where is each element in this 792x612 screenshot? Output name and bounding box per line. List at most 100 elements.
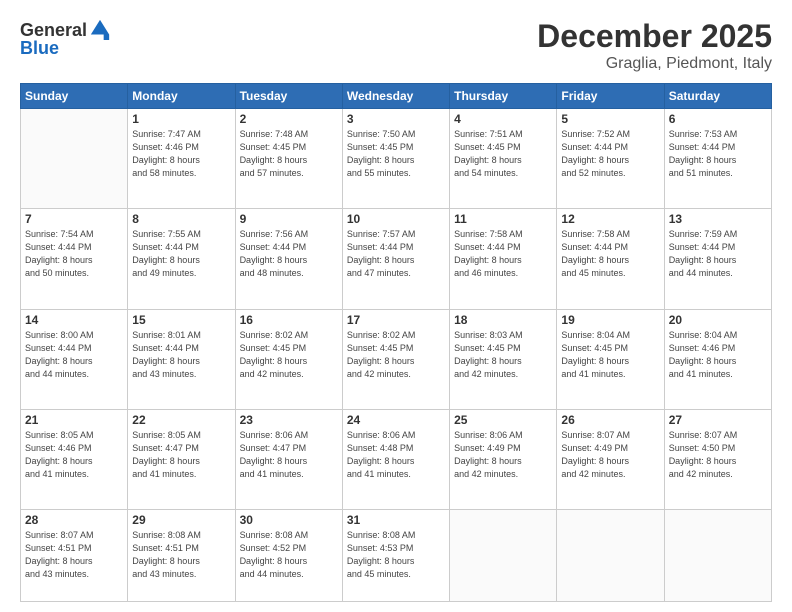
calendar-cell: 3 Sunrise: 7:50 AM Sunset: 4:45 PM Daylig… bbox=[342, 109, 449, 209]
weekday-header-saturday: Saturday bbox=[664, 84, 771, 109]
location-title: Graglia, Piedmont, Italy bbox=[537, 55, 772, 73]
day-info: Sunrise: 8:04 AM Sunset: 4:46 PM Dayligh… bbox=[669, 329, 767, 381]
calendar-cell: 9 Sunrise: 7:56 AM Sunset: 4:44 PM Daylig… bbox=[235, 209, 342, 309]
calendar-week-row: 28 Sunrise: 8:07 AM Sunset: 4:51 PM Dayli… bbox=[21, 510, 772, 602]
day-number: 22 bbox=[132, 413, 230, 427]
calendar-cell: 4Sunrise: 7:51 AM Sunset: 4:45 PM Daylig… bbox=[450, 109, 557, 209]
day-info: Sunrise: 8:05 AM Sunset: 4:46 PM Dayligh… bbox=[25, 429, 123, 481]
day-info: Sunrise: 7:55 AM Sunset: 4:44 PM Dayligh… bbox=[132, 228, 230, 280]
calendar-cell: 1 Sunrise: 7:47 AM Sunset: 4:46 PM Daylig… bbox=[128, 109, 235, 209]
page: General Blue December 2025 Graglia, Pied… bbox=[0, 0, 792, 612]
calendar-cell: 10 Sunrise: 7:57 AM Sunset: 4:44 PM Dayli… bbox=[342, 209, 449, 309]
day-info: Sunrise: 7:59 AM Sunset: 4:44 PM Dayligh… bbox=[669, 228, 767, 280]
day-info: Sunrise: 7:56 AM Sunset: 4:44 PM Dayligh… bbox=[240, 228, 338, 280]
day-number: 9 bbox=[240, 212, 338, 226]
day-info: Sunrise: 8:04 AM Sunset: 4:45 PM Dayligh… bbox=[561, 329, 659, 381]
day-number: 31 bbox=[347, 513, 445, 527]
calendar-cell: 2Sunrise: 7:48 AM Sunset: 4:45 PM Daylig… bbox=[235, 109, 342, 209]
calendar-cell: 29Sunrise: 8:08 AM Sunset: 4:51 PM Dayli… bbox=[128, 510, 235, 602]
calendar-cell: 23Sunrise: 8:06 AM Sunset: 4:47 PM Dayli… bbox=[235, 409, 342, 509]
calendar-cell bbox=[664, 510, 771, 602]
calendar-cell: 5 Sunrise: 7:52 AM Sunset: 4:44 PM Daylig… bbox=[557, 109, 664, 209]
calendar-cell: 26 Sunrise: 8:07 AM Sunset: 4:49 PM Dayli… bbox=[557, 409, 664, 509]
day-info: Sunrise: 8:06 AM Sunset: 4:48 PM Dayligh… bbox=[347, 429, 445, 481]
day-info: Sunrise: 8:08 AM Sunset: 4:52 PM Dayligh… bbox=[240, 529, 338, 581]
day-number: 14 bbox=[25, 313, 123, 327]
calendar-week-row: 21 Sunrise: 8:05 AM Sunset: 4:46 PM Dayli… bbox=[21, 409, 772, 509]
day-number: 30 bbox=[240, 513, 338, 527]
calendar-cell: 24 Sunrise: 8:06 AM Sunset: 4:48 PM Dayli… bbox=[342, 409, 449, 509]
calendar-cell: 22 Sunrise: 8:05 AM Sunset: 4:47 PM Dayli… bbox=[128, 409, 235, 509]
day-number: 19 bbox=[561, 313, 659, 327]
day-number: 7 bbox=[25, 212, 123, 226]
calendar-cell bbox=[450, 510, 557, 602]
day-info: Sunrise: 7:47 AM Sunset: 4:46 PM Dayligh… bbox=[132, 128, 230, 180]
calendar-cell: 27 Sunrise: 8:07 AM Sunset: 4:50 PM Dayli… bbox=[664, 409, 771, 509]
calendar-cell bbox=[557, 510, 664, 602]
day-info: Sunrise: 7:57 AM Sunset: 4:44 PM Dayligh… bbox=[347, 228, 445, 280]
day-info: Sunrise: 7:58 AM Sunset: 4:44 PM Dayligh… bbox=[454, 228, 552, 280]
day-number: 18 bbox=[454, 313, 552, 327]
calendar-cell: 21 Sunrise: 8:05 AM Sunset: 4:46 PM Dayli… bbox=[21, 409, 128, 509]
day-number: 11 bbox=[454, 212, 552, 226]
day-info: Sunrise: 7:54 AM Sunset: 4:44 PM Dayligh… bbox=[25, 228, 123, 280]
calendar-cell: 25Sunrise: 8:06 AM Sunset: 4:49 PM Dayli… bbox=[450, 409, 557, 509]
day-number: 21 bbox=[25, 413, 123, 427]
day-info: Sunrise: 7:50 AM Sunset: 4:45 PM Dayligh… bbox=[347, 128, 445, 180]
day-info: Sunrise: 8:08 AM Sunset: 4:53 PM Dayligh… bbox=[347, 529, 445, 581]
calendar-cell: 11 Sunrise: 7:58 AM Sunset: 4:44 PM Dayli… bbox=[450, 209, 557, 309]
day-info: Sunrise: 8:06 AM Sunset: 4:49 PM Dayligh… bbox=[454, 429, 552, 481]
day-number: 10 bbox=[347, 212, 445, 226]
header: General Blue December 2025 Graglia, Pied… bbox=[20, 18, 772, 73]
day-info: Sunrise: 7:52 AM Sunset: 4:44 PM Dayligh… bbox=[561, 128, 659, 180]
calendar-cell: 13 Sunrise: 7:59 AM Sunset: 4:44 PM Dayli… bbox=[664, 209, 771, 309]
calendar-cell: 30 Sunrise: 8:08 AM Sunset: 4:52 PM Dayli… bbox=[235, 510, 342, 602]
day-info: Sunrise: 8:07 AM Sunset: 4:51 PM Dayligh… bbox=[25, 529, 123, 581]
calendar-cell bbox=[21, 109, 128, 209]
calendar-cell: 6Sunrise: 7:53 AM Sunset: 4:44 PM Daylig… bbox=[664, 109, 771, 209]
weekday-header-wednesday: Wednesday bbox=[342, 84, 449, 109]
day-info: Sunrise: 8:01 AM Sunset: 4:44 PM Dayligh… bbox=[132, 329, 230, 381]
day-number: 27 bbox=[669, 413, 767, 427]
calendar-cell: 28 Sunrise: 8:07 AM Sunset: 4:51 PM Dayli… bbox=[21, 510, 128, 602]
calendar-cell: 18 Sunrise: 8:03 AM Sunset: 4:45 PM Dayli… bbox=[450, 309, 557, 409]
day-info: Sunrise: 8:02 AM Sunset: 4:45 PM Dayligh… bbox=[347, 329, 445, 381]
calendar-cell: 8Sunrise: 7:55 AM Sunset: 4:44 PM Daylig… bbox=[128, 209, 235, 309]
day-number: 3 bbox=[347, 112, 445, 126]
month-title: December 2025 bbox=[537, 18, 772, 55]
calendar-cell: 16Sunrise: 8:02 AM Sunset: 4:45 PM Dayli… bbox=[235, 309, 342, 409]
weekday-header-monday: Monday bbox=[128, 84, 235, 109]
calendar-cell: 12Sunrise: 7:58 AM Sunset: 4:44 PM Dayli… bbox=[557, 209, 664, 309]
calendar: SundayMondayTuesdayWednesdayThursdayFrid… bbox=[20, 83, 772, 602]
calendar-cell: 19 Sunrise: 8:04 AM Sunset: 4:45 PM Dayli… bbox=[557, 309, 664, 409]
day-number: 6 bbox=[669, 112, 767, 126]
calendar-cell: 17 Sunrise: 8:02 AM Sunset: 4:45 PM Dayli… bbox=[342, 309, 449, 409]
day-number: 1 bbox=[132, 112, 230, 126]
day-number: 26 bbox=[561, 413, 659, 427]
weekday-header-friday: Friday bbox=[557, 84, 664, 109]
calendar-header-row: SundayMondayTuesdayWednesdayThursdayFrid… bbox=[21, 84, 772, 109]
day-number: 16 bbox=[240, 313, 338, 327]
logo: General Blue bbox=[20, 18, 111, 59]
day-number: 5 bbox=[561, 112, 659, 126]
day-number: 17 bbox=[347, 313, 445, 327]
weekday-header-thursday: Thursday bbox=[450, 84, 557, 109]
day-info: Sunrise: 7:58 AM Sunset: 4:44 PM Dayligh… bbox=[561, 228, 659, 280]
calendar-week-row: 7 Sunrise: 7:54 AM Sunset: 4:44 PM Daylig… bbox=[21, 209, 772, 309]
day-number: 24 bbox=[347, 413, 445, 427]
calendar-cell: 31 Sunrise: 8:08 AM Sunset: 4:53 PM Dayli… bbox=[342, 510, 449, 602]
day-info: Sunrise: 8:03 AM Sunset: 4:45 PM Dayligh… bbox=[454, 329, 552, 381]
day-number: 28 bbox=[25, 513, 123, 527]
day-info: Sunrise: 8:07 AM Sunset: 4:49 PM Dayligh… bbox=[561, 429, 659, 481]
day-number: 23 bbox=[240, 413, 338, 427]
day-info: Sunrise: 8:05 AM Sunset: 4:47 PM Dayligh… bbox=[132, 429, 230, 481]
day-number: 2 bbox=[240, 112, 338, 126]
weekday-header-tuesday: Tuesday bbox=[235, 84, 342, 109]
calendar-cell: 14Sunrise: 8:00 AM Sunset: 4:44 PM Dayli… bbox=[21, 309, 128, 409]
day-info: Sunrise: 8:07 AM Sunset: 4:50 PM Dayligh… bbox=[669, 429, 767, 481]
logo-icon bbox=[89, 18, 111, 40]
day-number: 13 bbox=[669, 212, 767, 226]
day-number: 4 bbox=[454, 112, 552, 126]
title-block: December 2025 Graglia, Piedmont, Italy bbox=[537, 18, 772, 73]
day-number: 29 bbox=[132, 513, 230, 527]
